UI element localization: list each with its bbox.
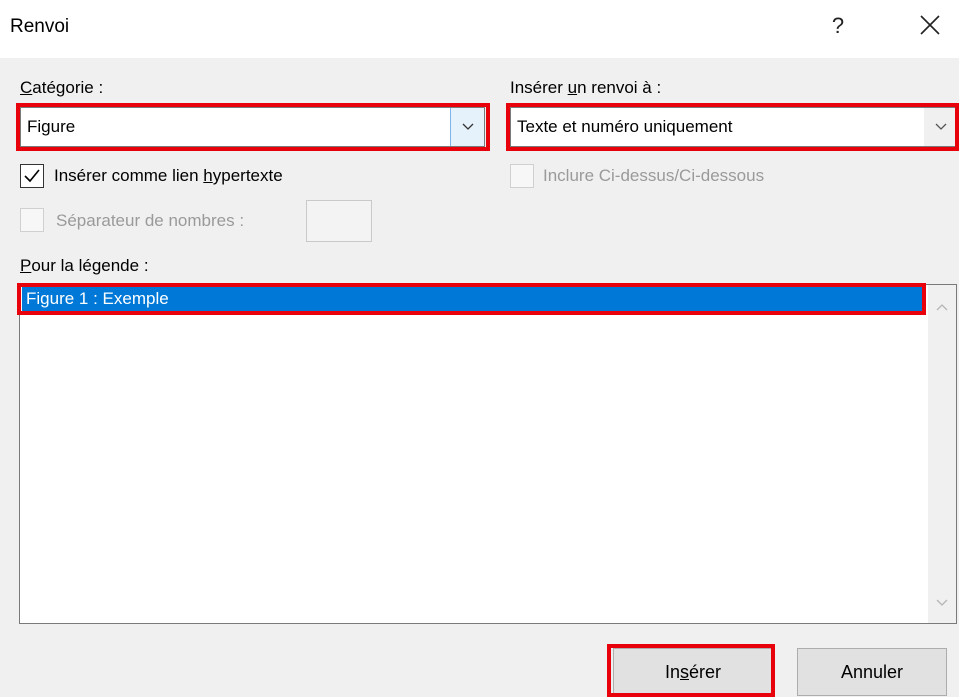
list-item[interactable]: Figure 1 : Exemple [22, 287, 922, 311]
legend-label-mnemonic: P [20, 256, 32, 275]
listbox-scrollbar[interactable] [928, 285, 956, 623]
reference-label-rest: n renvoi à : [577, 78, 662, 97]
close-icon [920, 15, 940, 35]
checkmark-icon [24, 169, 40, 183]
cross-reference-dialog: Renvoi ? Catégorie : Figure Insérer un r… [0, 0, 959, 697]
category-select-value: Figure [27, 117, 76, 136]
category-label-rest: atégorie : [32, 78, 104, 97]
reference-type-select[interactable]: Texte et numéro uniquement [510, 107, 959, 147]
reference-type-dropdown-button[interactable] [924, 108, 958, 146]
dialog-title: Renvoi [10, 16, 70, 37]
hyperlink-label-mnemonic: h [203, 166, 213, 185]
number-separator-checkbox[interactable] [20, 208, 44, 232]
title-bar: Renvoi ? [0, 0, 959, 58]
help-button[interactable]: ? [818, 6, 858, 46]
insert-label-prefix: In [664, 662, 680, 682]
insert-label-mnemonic: s [680, 662, 689, 682]
hyperlink-label-prefix: Insérer comme lien [54, 166, 204, 185]
legend-label-rest: our la légende : [31, 256, 149, 275]
reference-label: Insérer un renvoi à : [510, 78, 661, 98]
number-separator-label: Séparateur de nombres : [56, 211, 245, 230]
category-dropdown-button[interactable] [450, 108, 484, 146]
insert-label-rest: érer [689, 662, 722, 682]
hyperlink-checkbox[interactable] [20, 164, 44, 188]
reference-label-mnemonic: u [567, 78, 578, 97]
chevron-down-icon [462, 123, 474, 130]
category-label: Catégorie : [20, 78, 103, 98]
chevron-down-icon [936, 599, 948, 606]
above-below-label: Inclure Ci-dessus/Ci-dessous [543, 166, 765, 185]
category-select[interactable]: Figure [20, 107, 485, 147]
hyperlink-label[interactable]: Insérer comme lien hypertexte [54, 166, 283, 186]
chevron-down-icon [935, 123, 947, 130]
reference-type-select-value: Texte et numéro uniquement [517, 117, 733, 136]
close-button[interactable] [908, 6, 952, 46]
category-label-mnemonic: C [20, 78, 33, 97]
scroll-down-button[interactable] [928, 589, 956, 617]
insert-button[interactable]: Insérer [613, 648, 773, 696]
caption-listbox[interactable]: Figure 1 : Exemple [19, 284, 957, 624]
hyperlink-label-rest: ypertexte [212, 166, 283, 185]
number-separator-input[interactable] [306, 200, 372, 242]
scroll-up-button[interactable] [928, 293, 956, 321]
chevron-up-icon [936, 304, 948, 311]
above-below-checkbox[interactable] [510, 164, 534, 188]
cancel-button[interactable]: Annuler [797, 648, 947, 696]
reference-label-prefix: Insérer [510, 78, 568, 97]
legend-label: Pour la légende : [20, 256, 149, 276]
